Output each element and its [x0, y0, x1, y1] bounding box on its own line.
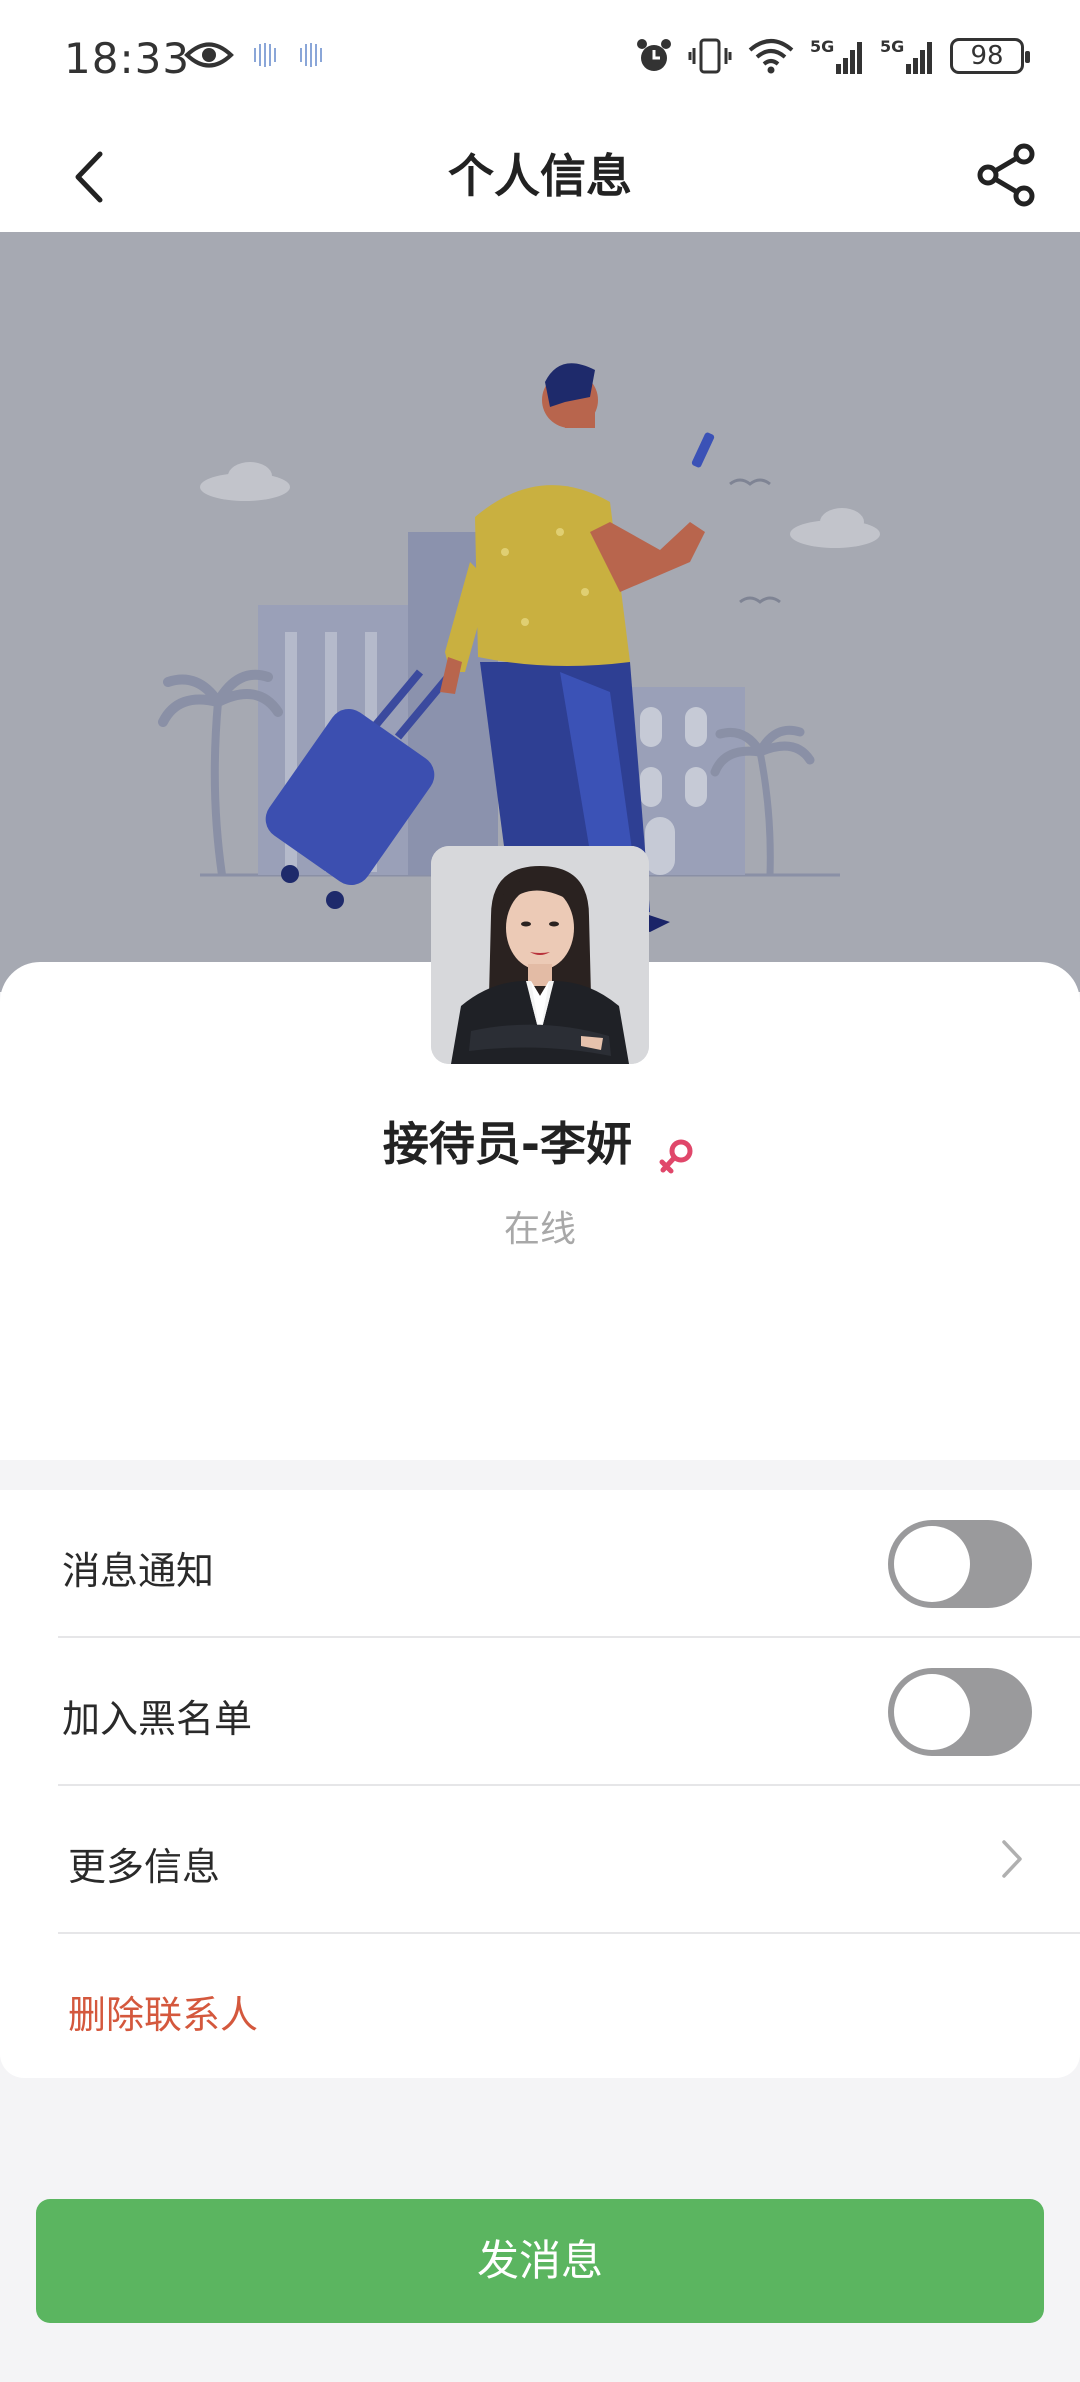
blacklist-toggle[interactable]: [888, 1668, 1032, 1756]
share-button[interactable]: [972, 140, 1042, 210]
navbar: 个人信息: [0, 120, 1080, 232]
avatar-photo: [431, 846, 649, 1064]
send-message-button[interactable]: 发消息: [36, 2199, 1044, 2323]
svg-text:5G: 5G: [880, 37, 904, 56]
status-time: 18:33: [64, 34, 191, 83]
battery-indicator: 98: [950, 38, 1030, 74]
wifi-icon: [748, 39, 794, 74]
avatar[interactable]: [431, 846, 649, 1064]
page-title: 个人信息: [448, 149, 632, 203]
notify-row[interactable]: 消息通知: [0, 1490, 1080, 1636]
eye-icon: [184, 42, 234, 68]
blacklist-row[interactable]: 加入黑名单: [0, 1638, 1080, 1784]
toggle-knob: [894, 1674, 970, 1750]
chevron-right-icon: [1002, 1840, 1022, 1878]
more-info-row[interactable]: 更多信息: [0, 1786, 1080, 1932]
female-icon: [659, 1139, 693, 1173]
settings-list: 消息通知 加入黑名单 更多信息 删除联系人: [0, 1490, 1080, 2078]
notify-label: 消息通知: [62, 1549, 215, 1593]
toggle-knob: [894, 1526, 970, 1602]
signal-5g-icon: 5G: [810, 37, 862, 74]
svg-text:5G: 5G: [810, 37, 834, 56]
app-notification-icon: [254, 43, 276, 67]
app-notification-icon: [300, 43, 322, 67]
signal-5g-icon: 5G: [880, 37, 932, 74]
status-left-icons: [184, 40, 326, 70]
online-status: 在线: [503, 1209, 576, 1250]
delete-contact-row[interactable]: 删除联系人: [0, 1934, 1080, 2080]
vibrate-icon: [688, 38, 732, 74]
blacklist-label: 加入黑名单: [62, 1697, 253, 1741]
more-info-label: 更多信息: [68, 1845, 221, 1889]
notify-toggle[interactable]: [888, 1520, 1032, 1608]
delete-contact-label: 删除联系人: [68, 1993, 259, 2037]
status-right-icons: 5G 5G 98: [634, 36, 1030, 76]
share-icon: [977, 143, 1035, 207]
profile-name-row: 接待员-李妍: [0, 1108, 1080, 1176]
profile-name: 接待员-李妍: [382, 1117, 632, 1171]
alarm-icon: [637, 39, 671, 71]
status-bar: 18:33 5G 5G 98: [0, 0, 1080, 120]
